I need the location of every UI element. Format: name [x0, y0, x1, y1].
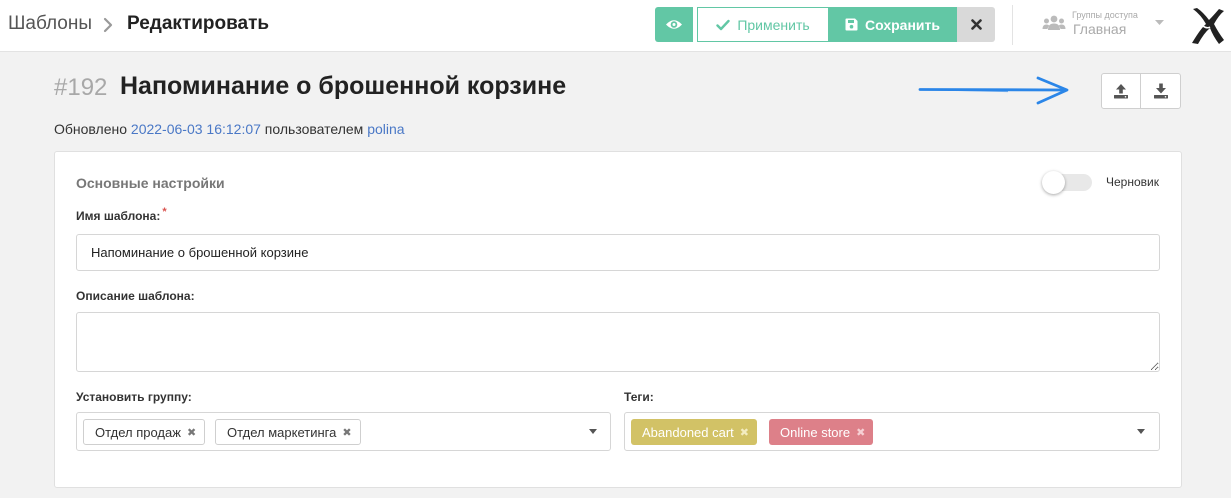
- tag-chip: Abandoned cart ✖: [631, 419, 758, 445]
- updated-by-prefix: пользователем: [264, 121, 364, 137]
- page-title: Напоминание о брошенной корзине: [120, 72, 567, 100]
- card-heading: Основные настройки: [76, 175, 225, 191]
- tags-select[interactable]: Abandoned cart ✖ Online store ✖: [624, 412, 1160, 451]
- template-id: #192: [54, 74, 108, 101]
- top-bar: Шаблоны Редактировать Применить Сохранит…: [0, 0, 1231, 52]
- template-description-label: Описание шаблона:: [76, 289, 195, 303]
- tag-chip-label: Abandoned cart: [642, 424, 734, 440]
- updated-date-link[interactable]: 2022-06-03 16:12:07: [131, 121, 261, 137]
- check-icon: [716, 19, 731, 30]
- remove-chip-icon[interactable]: ✖: [856, 426, 865, 439]
- preview-button[interactable]: [655, 7, 693, 42]
- remove-chip-icon[interactable]: ✖: [342, 426, 351, 439]
- template-description-input[interactable]: [76, 312, 1160, 372]
- template-name-label: Имя шаблона: *: [76, 206, 167, 223]
- draft-toggle[interactable]: [1042, 171, 1094, 195]
- remove-chip-icon[interactable]: ✖: [740, 426, 749, 439]
- access-group-value: Главная: [1073, 21, 1127, 37]
- updated-info: Обновлено 2022-06-03 16:12:07 пользовате…: [54, 121, 405, 137]
- upload-icon: [1114, 84, 1128, 99]
- save-icon: [845, 18, 858, 31]
- arrow-right-icon: [918, 76, 1069, 105]
- caret-down-icon: [1155, 20, 1164, 25]
- apply-label: Применить: [737, 16, 810, 33]
- tags-label: Теги:: [624, 390, 654, 404]
- caret-down-icon: [589, 429, 597, 434]
- updated-prefix: Обновлено: [54, 121, 128, 137]
- eye-icon: [666, 20, 682, 29]
- avatar[interactable]: [1188, 6, 1226, 46]
- updated-by-link[interactable]: polina: [367, 121, 404, 137]
- close-button[interactable]: [957, 7, 995, 42]
- chevron-right-icon: [103, 17, 113, 33]
- settings-card: Основные настройки Черновик Имя шаблона:…: [54, 151, 1182, 488]
- save-button[interactable]: Сохранить: [828, 7, 957, 42]
- save-label: Сохранить: [865, 16, 940, 33]
- group-chip: Отдел маркетинга ✖: [215, 419, 361, 445]
- breadcrumb-root[interactable]: Шаблоны: [8, 13, 92, 35]
- upload-button[interactable]: [1101, 73, 1141, 109]
- users-icon: [1042, 15, 1066, 30]
- close-icon: [970, 19, 982, 30]
- group-chip: Отдел продаж ✖: [83, 419, 206, 445]
- group-chip-label: Отдел маркетинга: [227, 424, 337, 440]
- remove-chip-icon[interactable]: ✖: [187, 426, 196, 439]
- group-chip-label: Отдел продаж: [95, 424, 181, 440]
- access-group-label: Группы доступа: [1072, 10, 1138, 20]
- required-mark: *: [162, 206, 167, 218]
- download-icon: [1153, 83, 1168, 99]
- template-name-input[interactable]: [76, 234, 1160, 271]
- breadcrumb-current: Редактировать: [127, 13, 270, 34]
- group-label: Установить группу:: [76, 390, 192, 404]
- tag-chip-label: Online store: [780, 424, 851, 440]
- group-select[interactable]: Отдел продаж ✖ Отдел маркетинга ✖: [76, 412, 611, 451]
- draft-label: Черновик: [1106, 175, 1159, 189]
- tag-chip: Online store ✖: [769, 419, 874, 445]
- caret-down-icon: [1137, 429, 1145, 434]
- download-button[interactable]: [1140, 73, 1181, 109]
- toolbar-divider: [1012, 5, 1013, 45]
- template-name-label-text: Имя шаблона:: [76, 209, 161, 223]
- access-group-select[interactable]: Группы доступа Главная: [1042, 9, 1167, 43]
- apply-button[interactable]: Применить: [697, 7, 828, 42]
- toggle-knob: [1042, 171, 1065, 194]
